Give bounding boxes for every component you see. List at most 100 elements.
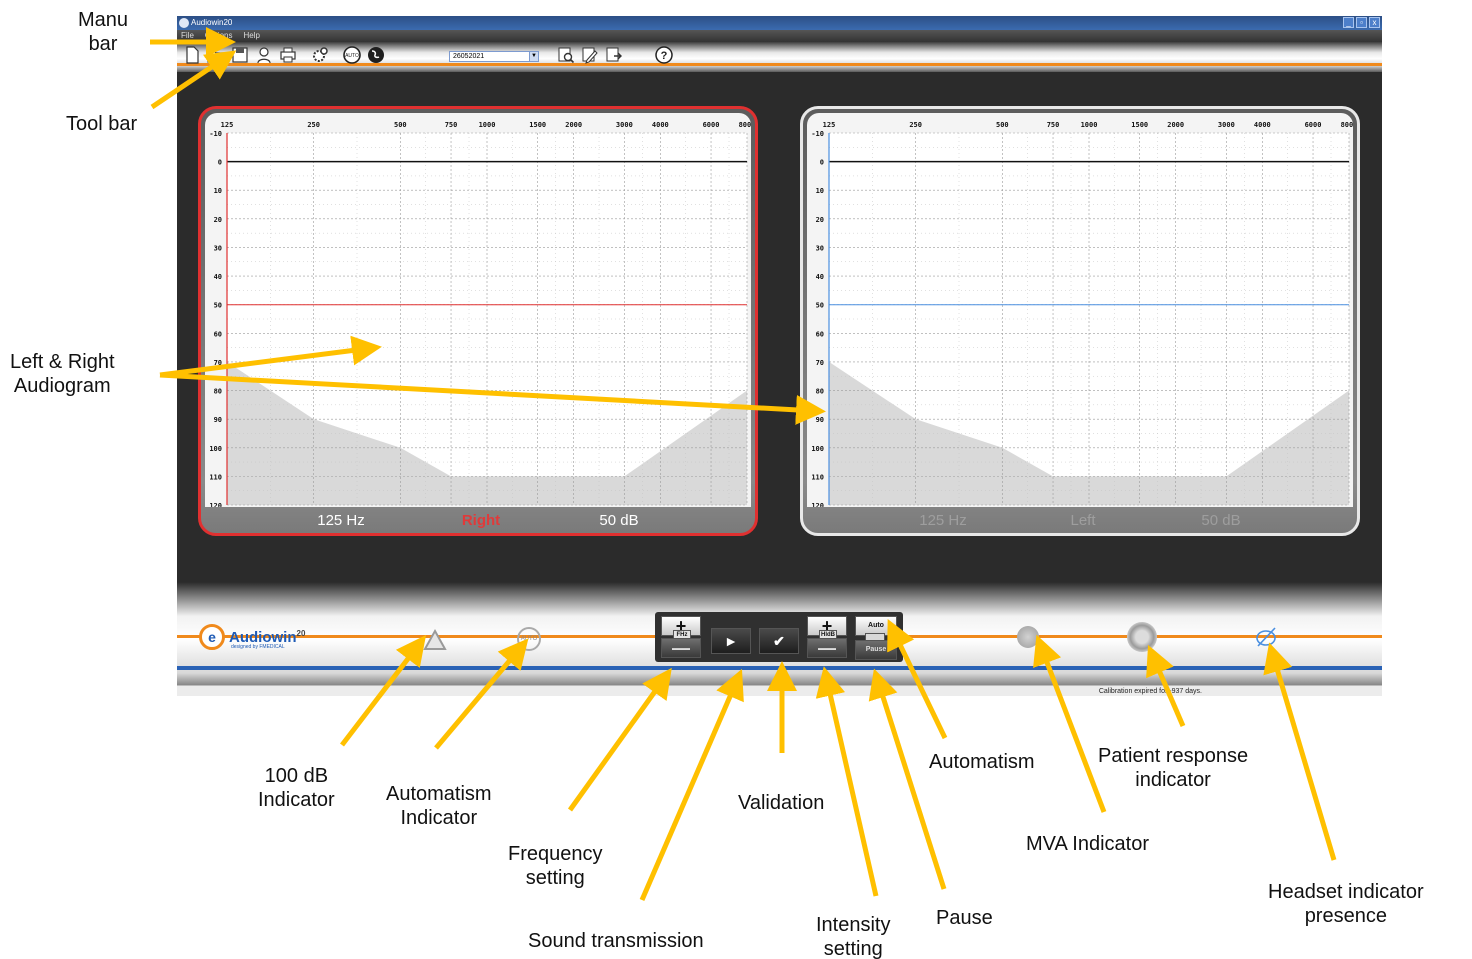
maximize-button[interactable]: ▫ [1356, 17, 1367, 28]
arrow-frequency [567, 667, 672, 812]
ear-logo-icon: e [199, 624, 225, 650]
close-button[interactable]: x [1369, 17, 1380, 28]
left-audiogram-grid: 1252505007501000150020003000400060008000… [811, 121, 1353, 507]
frequency-decrease-button[interactable]: — [661, 638, 701, 658]
callout-automatism-indicator: Automatism Indicator [386, 783, 492, 829]
freq-tick-label: 750 [1047, 121, 1060, 129]
db-tick-label: 120 [811, 502, 824, 507]
test-controls: + FHz — ► ✔ + HldB — Auto Pause [655, 612, 903, 662]
db-tick-label: 100 [811, 445, 824, 453]
100db-warning-icon [423, 628, 447, 650]
menu-options[interactable]: Options [205, 30, 233, 42]
help-icon[interactable]: ? [653, 45, 675, 65]
validation-button[interactable]: ✔ [759, 628, 799, 654]
callout-audiogram: Left & Right Audiogram [10, 351, 115, 397]
patient-select-value: 26052021 [453, 53, 485, 60]
sound-transmission-button[interactable]: ► [711, 628, 751, 654]
right-frequency-readout: 125 Hz [317, 512, 365, 529]
zoom-icon[interactable] [555, 45, 577, 65]
brand-subtitle: designed by FMEDICAL [231, 644, 285, 650]
db-tick-label: 90 [214, 416, 222, 424]
freq-tick-label: 3000 [616, 121, 633, 129]
arrow-pause [868, 668, 947, 890]
window-title: Audiowin20 [191, 18, 233, 27]
left-ear-label: Left [1070, 512, 1096, 529]
freq-tick-label: 1000 [479, 121, 496, 129]
arrow-sound [639, 668, 744, 901]
db-tick-label: 80 [214, 388, 222, 396]
db-tick-label: 0 [820, 159, 824, 167]
left-frequency-readout: 125 Hz [919, 512, 967, 529]
callout-patient-response: Patient response indicator [1098, 745, 1249, 791]
title-bar: Audiowin20 _ ▫ x [177, 16, 1382, 30]
db-tick-label: 10 [816, 187, 824, 195]
automatism-indicator-icon: AUTO [517, 627, 541, 651]
callout-sound-transmission: Sound transmission [528, 930, 704, 952]
window-controls: _ ▫ x [1343, 17, 1380, 28]
edit-icon[interactable] [579, 45, 601, 65]
patient-icon[interactable] [253, 45, 275, 65]
calibration-status: Calibration expired for -937 days. [1098, 688, 1202, 695]
frequency-increase-button[interactable]: + FHz [661, 616, 701, 640]
intensity-decrease-button[interactable]: — [807, 638, 847, 658]
freq-tick-label: 6000 [703, 121, 720, 129]
freq-tick-label: 750 [445, 121, 458, 129]
callout-pause: Pause [936, 907, 993, 929]
db-tick-label: 80 [816, 388, 824, 396]
callout-menu-bar: Manu bar [78, 9, 129, 55]
right-audiogram[interactable]: 1252505007501000150020003000400060008000… [205, 113, 751, 507]
freq-tick-label: 1000 [1081, 121, 1098, 129]
new-file-icon[interactable] [181, 45, 203, 65]
left-intensity-readout: 50 dB [1201, 512, 1241, 529]
left-audiogram-panel: 1252505007501000150020003000400060008000… [800, 106, 1360, 536]
save-icon[interactable] [229, 45, 251, 65]
freq-tick-label: 2000 [565, 121, 582, 129]
settings-icon[interactable] [309, 45, 331, 65]
menu-help[interactable]: Help [243, 30, 259, 42]
pause-button[interactable]: Pause [855, 640, 897, 660]
db-tick-label: 70 [214, 359, 222, 367]
db-tick-label: 10 [214, 187, 222, 195]
minimize-button[interactable]: _ [1343, 17, 1354, 28]
right-ear-label: Right [461, 512, 501, 529]
globe-icon[interactable] [365, 45, 387, 65]
left-audiogram-footer: 125 Hz Left 50 dB [803, 509, 1357, 533]
intensity-increase-button[interactable]: + HldB [807, 616, 847, 640]
db-tick-label: 30 [214, 244, 222, 252]
freq-tick-label: 125 [221, 121, 234, 129]
print-icon[interactable] [277, 45, 299, 65]
callout-mva-indicator: MVA Indicator [1026, 833, 1150, 855]
brand-logo: e Audiowin20 designed by FMEDICAL [199, 624, 305, 650]
db-tick-label: 50 [816, 302, 824, 310]
open-folder-icon[interactable] [205, 45, 227, 65]
db-tick-label: 20 [816, 216, 824, 224]
auto-icon[interactable]: AUTO [341, 45, 363, 65]
callout-tool-bar: Tool bar [66, 113, 138, 135]
app-logo-icon [179, 18, 189, 28]
db-tick-label: 40 [214, 273, 222, 281]
audiowin-window: Audiowin20 _ ▫ x File Options Help AUTO … [177, 16, 1382, 696]
db-tick-label: 20 [214, 216, 222, 224]
db-tick-label: 120 [209, 502, 222, 507]
svg-text:?: ? [661, 50, 668, 62]
freq-tick-label: 125 [823, 121, 836, 129]
freq-tick-label: 4000 [652, 121, 669, 129]
freq-tick-label: 6000 [1305, 121, 1322, 129]
chevron-down-icon[interactable]: ▼ [529, 52, 538, 61]
menu-file[interactable]: File [181, 30, 194, 42]
left-audiogram[interactable]: 1252505007501000150020003000400060008000… [807, 113, 1353, 507]
patient-date-select[interactable]: 26052021 ▼ [449, 51, 539, 62]
db-tick-label: -10 [811, 130, 824, 138]
callout-automatism: Automatism [929, 751, 1035, 773]
freq-tick-label: 1500 [529, 121, 546, 129]
arrow-intensity [815, 666, 879, 897]
freq-tick-label: 3000 [1218, 121, 1235, 129]
callout-validation: Validation [738, 792, 825, 814]
db-tick-label: 110 [209, 473, 222, 481]
db-tick-label: 70 [816, 359, 824, 367]
patient-response-indicator [1127, 622, 1157, 652]
right-audiogram-footer: 125 Hz Right 50 dB [201, 509, 755, 533]
tool-bar: AUTO 26052021 ▼ ? [177, 42, 1382, 72]
right-audiogram-grid: 1252505007501000150020003000400060008000… [209, 121, 751, 507]
export-icon[interactable] [603, 45, 625, 65]
